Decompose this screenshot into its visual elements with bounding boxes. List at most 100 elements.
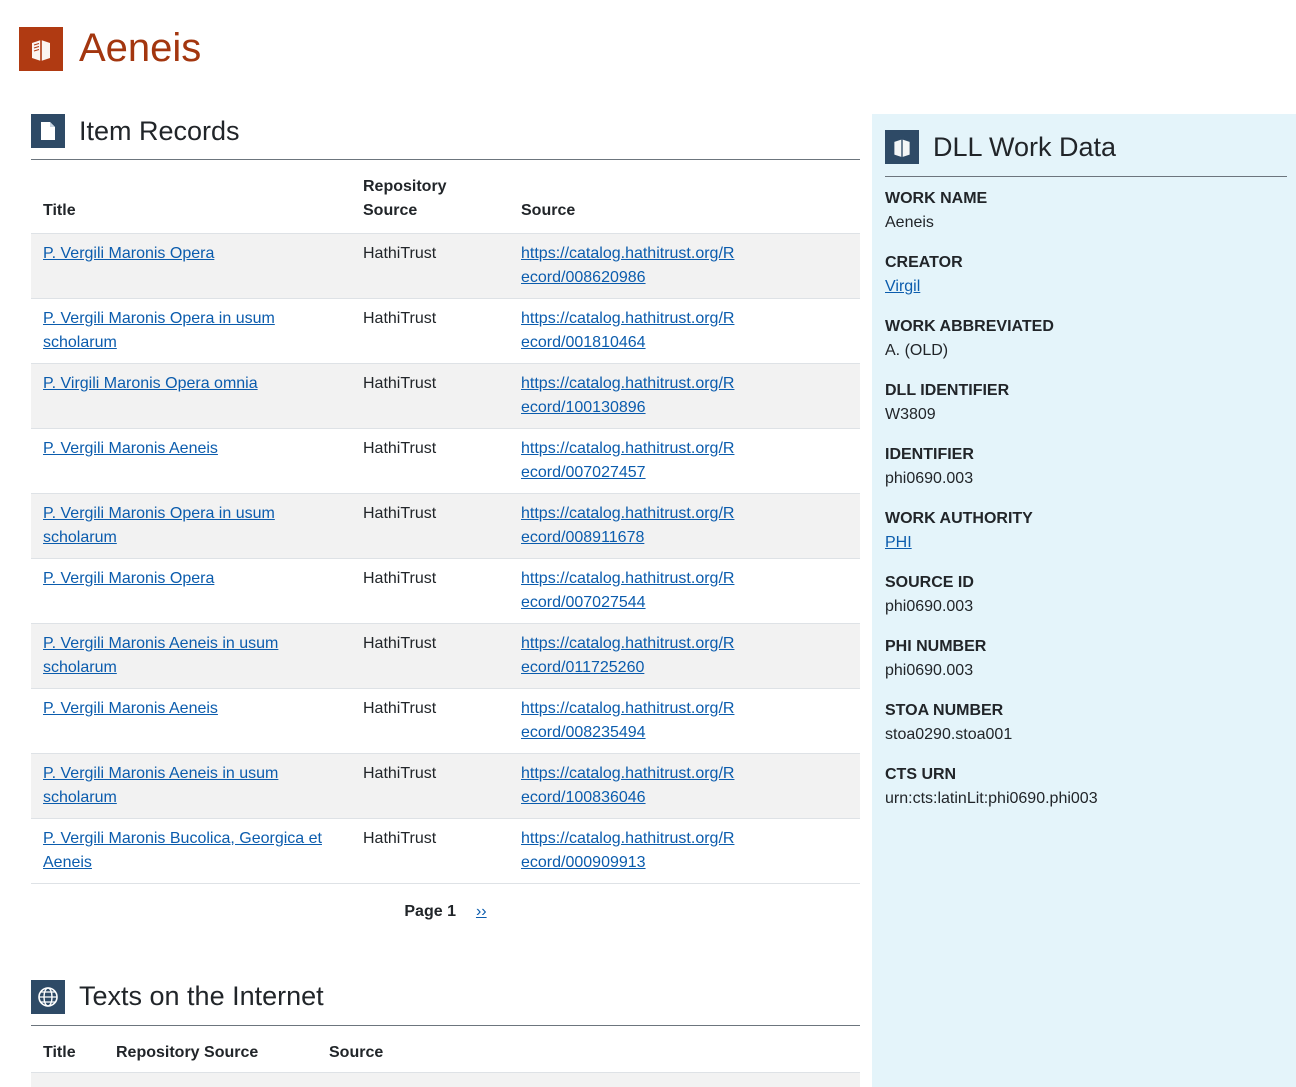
- field-value: phi0690.003: [885, 662, 974, 679]
- record-source-link[interactable]: https://catalog.hathitrust.org/Record/00…: [521, 242, 737, 290]
- cell-source: https://catalog.hathitrust.org/Record/00…: [509, 493, 860, 559]
- record-title-link[interactable]: P. Vergili Maronis Aeneis in usum schola…: [43, 635, 278, 676]
- book-icon: [19, 26, 63, 71]
- texts-heading: Texts on the Internet: [79, 981, 324, 1011]
- field-value: Aeneis: [885, 214, 934, 231]
- texts-table: Title Repository Source Source: [31, 1025, 860, 1087]
- table-row: P. Vergili Maronis Aeneis HathiTrust https…: [31, 428, 860, 494]
- field-value: stoa0290.stoa001: [885, 726, 1013, 743]
- cell-source: https://catalog.hathitrust.org/Record/00…: [509, 428, 860, 494]
- record-source-link[interactable]: https://catalog.hathitrust.org/Record/00…: [521, 437, 737, 485]
- record-source-link[interactable]: https://catalog.hathitrust.org/Record/00…: [521, 307, 737, 355]
- cell-source: https://catalog.hathitrust.org/Record/00…: [509, 558, 860, 624]
- table-row: P. Virgili Maronis Opera omnia HathiTrust…: [31, 363, 860, 429]
- cell-repository-source: HathiTrust: [351, 688, 509, 754]
- field-label: Identifier: [885, 446, 974, 463]
- field-value-link[interactable]: PHI: [885, 534, 912, 551]
- item-records-heading: Item Records: [79, 115, 240, 146]
- work-field: Work Abbreviated A. (OLD): [885, 315, 1287, 363]
- field-value: A. (OLD): [885, 342, 949, 359]
- work-data-heading: DLL Work Data: [933, 131, 1117, 162]
- record-title-link[interactable]: P. Vergili Maronis Opera in usum scholar…: [43, 310, 275, 351]
- cell-repository-source: HathiTrust: [351, 623, 509, 689]
- cell-repository-source: HathiTrust: [351, 493, 509, 559]
- field-value-link[interactable]: Virgil: [885, 278, 920, 295]
- record-source-link[interactable]: https://catalog.hathitrust.org/Record/00…: [521, 827, 737, 875]
- record-source-link[interactable]: https://catalog.hathitrust.org/Record/10…: [521, 762, 737, 810]
- cell-repository-source: HathiTrust: [351, 428, 509, 494]
- document-icon: [31, 114, 65, 148]
- record-source-link[interactable]: https://catalog.hathitrust.org/Record/00…: [521, 567, 737, 615]
- cell-repository-source: HathiTrust: [351, 818, 509, 884]
- item-records-body: P. Vergili Maronis Opera HathiTrust https:…: [31, 233, 860, 884]
- cell-source: https://catalog.hathitrust.org/Record/00…: [509, 298, 860, 364]
- table-row: P. Vergili Maronis Aeneis in usum schola…: [31, 623, 860, 689]
- cell-source: https://catalog.hathitrust.org/Record/10…: [509, 753, 860, 819]
- record-source-link[interactable]: https://catalog.hathitrust.org/Record/01…: [521, 632, 737, 680]
- column-header-source: Source: [509, 160, 860, 234]
- record-title-link[interactable]: P. Virgili Maronis Opera omnia: [43, 375, 258, 392]
- field-label: Work Name: [885, 190, 988, 207]
- table-row: P. Vergili Maronis Bucolica, Georgica et…: [31, 818, 860, 884]
- globe-icon: [31, 979, 65, 1014]
- table-row: P. Vergili Maronis Aeneis HathiTrust https…: [31, 688, 860, 754]
- cell-source: https://catalog.hathitrust.org/Record/01…: [509, 623, 860, 689]
- table-row: P. Vergili Maronis Opera in usum scholar…: [31, 298, 860, 364]
- work-field: Creator Virgil: [885, 251, 1287, 299]
- record-title-link[interactable]: P. Vergili Maronis Aeneis: [43, 700, 218, 717]
- field-label: PHI Number: [885, 638, 987, 655]
- work-field: CTS URN urn:cts:latinLit:phi0690.phi003: [885, 763, 1287, 811]
- cell-repository-source: HathiTrust: [351, 558, 509, 624]
- cell-source: https://catalog.hathitrust.org/Record/00…: [509, 688, 860, 754]
- work-data-fields: Work Name Aeneis Creator Virgil Work Abbrevi…: [885, 187, 1287, 811]
- work-field: DLL Identifier W3809: [885, 379, 1287, 427]
- cell-source: https://catalog.hathitrust.org/Record/00…: [509, 233, 860, 299]
- work-field: Source ID phi0690.003: [885, 571, 1287, 619]
- record-source-link[interactable]: https://catalog.hathitrust.org/Record/00…: [521, 502, 737, 550]
- item-records-table: Title Repository Source Source P. Vergil…: [31, 160, 860, 884]
- texts-column-header-repository-source: Repository Source: [104, 1025, 317, 1073]
- field-label: Work Abbreviated: [885, 318, 1054, 335]
- pagination: Page 1 ››: [31, 884, 860, 940]
- texts-column-header-title: Title: [31, 1025, 104, 1073]
- cell-title: P. Virgili Maronis Opera omnia: [31, 363, 351, 429]
- record-source-link[interactable]: https://catalog.hathitrust.org/Record/10…: [521, 372, 737, 420]
- record-title-link[interactable]: P. Vergili Maronis Aeneis: [43, 440, 218, 457]
- book-icon: [885, 130, 919, 164]
- field-value: Virgil: [885, 275, 1287, 299]
- field-label: DLL Identifier: [885, 382, 1010, 399]
- item-records-header: Item Records: [31, 114, 860, 160]
- table-row: P. Vergili Maronis Opera HathiTrust https:…: [31, 558, 860, 624]
- work-field: Identifier phi0690.003: [885, 443, 1287, 491]
- page-header: Aeneis: [19, 26, 201, 71]
- cell-source: https://catalog.hathitrust.org/Record/10…: [509, 363, 860, 429]
- record-title-link[interactable]: P. Vergili Maronis Opera: [43, 245, 214, 262]
- field-label: Work Authority: [885, 510, 1033, 527]
- field-value: phi0690.003: [885, 598, 974, 615]
- cell-title: P. Vergili Maronis Aeneis: [31, 428, 351, 494]
- field-value: phi0690.003: [885, 470, 974, 487]
- column-header-repository-source: Repository Source: [351, 160, 509, 234]
- cell-repository-source: HathiTrust: [351, 753, 509, 819]
- cell-title: P. Vergili Maronis Bucolica, Georgica et…: [31, 818, 351, 884]
- record-title-link[interactable]: P. Vergili Maronis Opera: [43, 570, 214, 587]
- next-page-link[interactable]: ››: [476, 903, 487, 921]
- cell-title: P. Vergili Maronis Opera in usum scholar…: [31, 298, 351, 364]
- main-content: Item Records Title Repository Source Sou…: [31, 114, 860, 1087]
- record-title-link[interactable]: P. Vergili Maronis Opera in usum scholar…: [43, 505, 275, 546]
- cell-title: P. Vergili Maronis Aeneis in usum schola…: [31, 623, 351, 689]
- cell-title: P. Vergili Maronis Opera: [31, 233, 351, 299]
- field-label: CTS URN: [885, 766, 957, 783]
- record-title-link[interactable]: P. Vergili Maronis Aeneis in usum schola…: [43, 765, 278, 806]
- cell-repository-source: HathiTrust: [351, 233, 509, 299]
- record-title-link[interactable]: P. Vergili Maronis Bucolica, Georgica et…: [43, 830, 322, 871]
- texts-header: Texts on the Internet: [31, 979, 860, 1026]
- table-row: P. Vergili Maronis Aeneis in usum schola…: [31, 753, 860, 819]
- table-row: P. Vergili Maronis Opera in usum scholar…: [31, 493, 860, 559]
- cell-title: P. Vergili Maronis Opera in usum scholar…: [31, 493, 351, 559]
- record-source-link[interactable]: https://catalog.hathitrust.org/Record/00…: [521, 697, 737, 745]
- current-page: Page 1: [404, 902, 456, 920]
- field-value: PHI: [885, 531, 1287, 555]
- texts-column-header-source: Source: [317, 1025, 860, 1073]
- work-field: Work Authority PHI: [885, 507, 1287, 555]
